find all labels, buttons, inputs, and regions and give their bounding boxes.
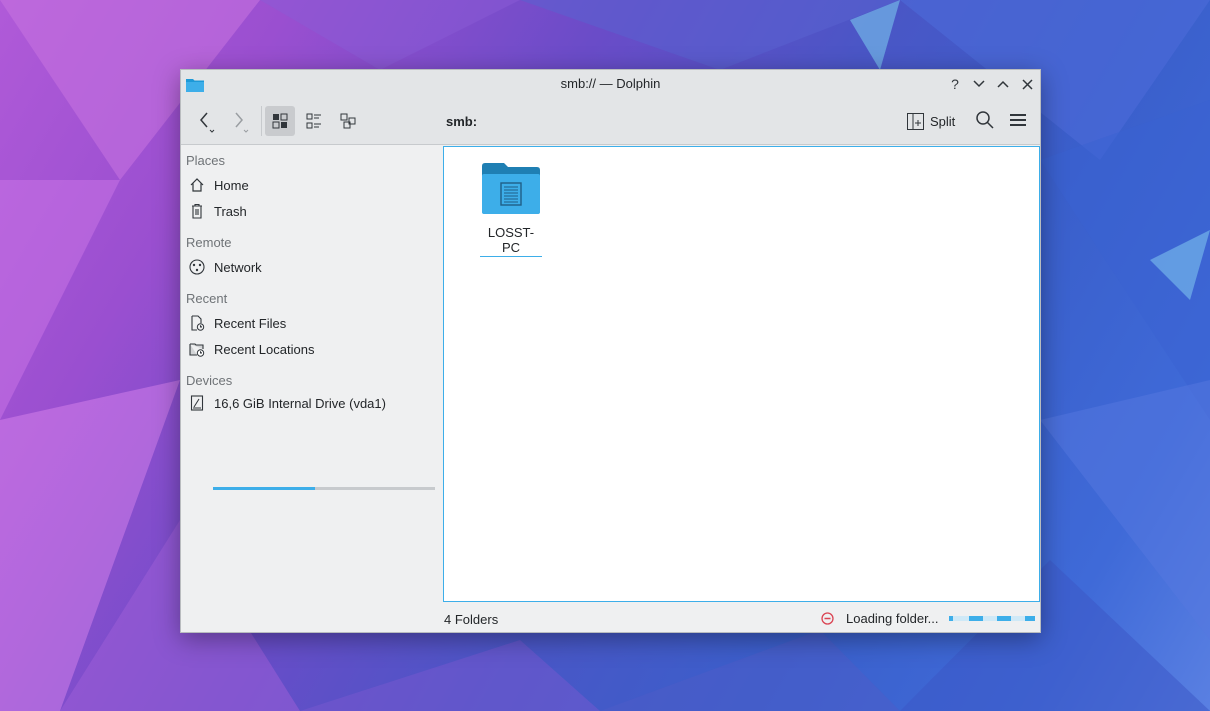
progress-segment: [968, 616, 983, 621]
split-label: Split: [930, 113, 956, 129]
sidebar-item-recent-files[interactable]: Recent Files: [188, 311, 286, 335]
progress-segment: [996, 616, 1011, 621]
sidebar-item-internal-drive[interactable]: 16,6 GiB Internal Drive (vda1): [188, 391, 386, 415]
details-view-button[interactable]: [333, 106, 363, 136]
icons-view-icon: [272, 113, 288, 129]
sidebar-item-label: Recent Locations: [214, 341, 315, 357]
folder-count-status: 4 Folders: [444, 612, 499, 627]
location-bar[interactable]: smb:: [446, 114, 477, 129]
forward-button[interactable]: [225, 107, 253, 135]
chevron-up-icon: [997, 80, 1009, 88]
file-view[interactable]: LOSST-PC: [443, 146, 1040, 602]
recent-files-icon: [188, 315, 205, 332]
progress-segment: [948, 616, 953, 621]
sidebar-item-trash[interactable]: Trash: [188, 199, 247, 223]
loading-status: Loading folder...: [821, 611, 1035, 626]
search-icon: [976, 111, 994, 129]
maximize-button[interactable]: [994, 75, 1012, 93]
sidebar-item-label: Network: [214, 259, 262, 275]
stop-loading-button[interactable]: [821, 612, 834, 625]
window-title: smb:// — Dolphin: [560, 76, 661, 91]
network-folder-icon: [482, 163, 540, 214]
icons-view-button[interactable]: [265, 106, 295, 136]
sidebar-item-label: 16,6 GiB Internal Drive (vda1): [214, 395, 386, 411]
compact-view-icon: [306, 113, 321, 129]
sidebar-item-label: Home: [214, 177, 249, 193]
places-panel: Places Home Trash Remote Network Recent: [181, 145, 442, 605]
drive-capacity-bar: [213, 487, 435, 490]
remote-section-title: Remote: [186, 235, 232, 250]
close-icon: [1021, 78, 1033, 90]
sidebar-item-recent-locations[interactable]: Recent Locations: [188, 337, 314, 361]
network-icon: [188, 259, 205, 276]
loading-progress-bar: [948, 616, 1035, 621]
chevron-right-icon: [235, 112, 249, 133]
split-button[interactable]: Split: [907, 108, 955, 134]
devices-section-title: Devices: [186, 373, 233, 388]
minimize-button[interactable]: [970, 75, 988, 93]
dolphin-window: smb:// — Dolphin ? smb: Split Places Hom…: [180, 69, 1041, 633]
back-button[interactable]: [191, 107, 219, 135]
recent-locations-icon: [188, 341, 205, 358]
folder-item-label: LOSST-PC: [480, 225, 542, 257]
search-button[interactable]: [975, 110, 995, 130]
loading-label: Loading folder...: [846, 611, 939, 626]
hard-drive-icon: [188, 395, 205, 412]
stop-icon: [821, 612, 834, 625]
close-button[interactable]: [1018, 75, 1036, 93]
places-section-title: Places: [186, 153, 226, 168]
help-button[interactable]: ?: [946, 75, 964, 93]
sidebar-item-label: Trash: [214, 203, 247, 219]
chevron-left-icon: [200, 112, 215, 133]
hamburger-menu-icon: [1010, 114, 1026, 126]
recent-section-title: Recent: [186, 291, 228, 306]
compact-view-button[interactable]: [299, 106, 329, 136]
home-icon: [188, 177, 205, 194]
trash-icon: [188, 203, 205, 220]
statusbar: 4 Folders Loading folder...: [181, 606, 1040, 632]
details-view-icon: [340, 113, 356, 129]
folder-item-losst-pc[interactable]: LOSST-PC: [480, 162, 542, 257]
toolbar-separator: [261, 106, 262, 136]
chevron-down-icon: [973, 80, 985, 88]
titlebar: smb:// — Dolphin ?: [181, 70, 1040, 98]
sidebar-item-network[interactable]: Network: [188, 255, 262, 279]
hamburger-menu-button[interactable]: [1008, 110, 1028, 130]
progress-segment: [1024, 616, 1035, 621]
drive-capacity-fill: [213, 487, 316, 490]
toolbar: smb: Split: [181, 98, 1040, 145]
sidebar-item-home[interactable]: Home: [188, 173, 249, 197]
split-view-icon: [907, 112, 924, 130]
sidebar-item-label: Recent Files: [214, 315, 287, 331]
